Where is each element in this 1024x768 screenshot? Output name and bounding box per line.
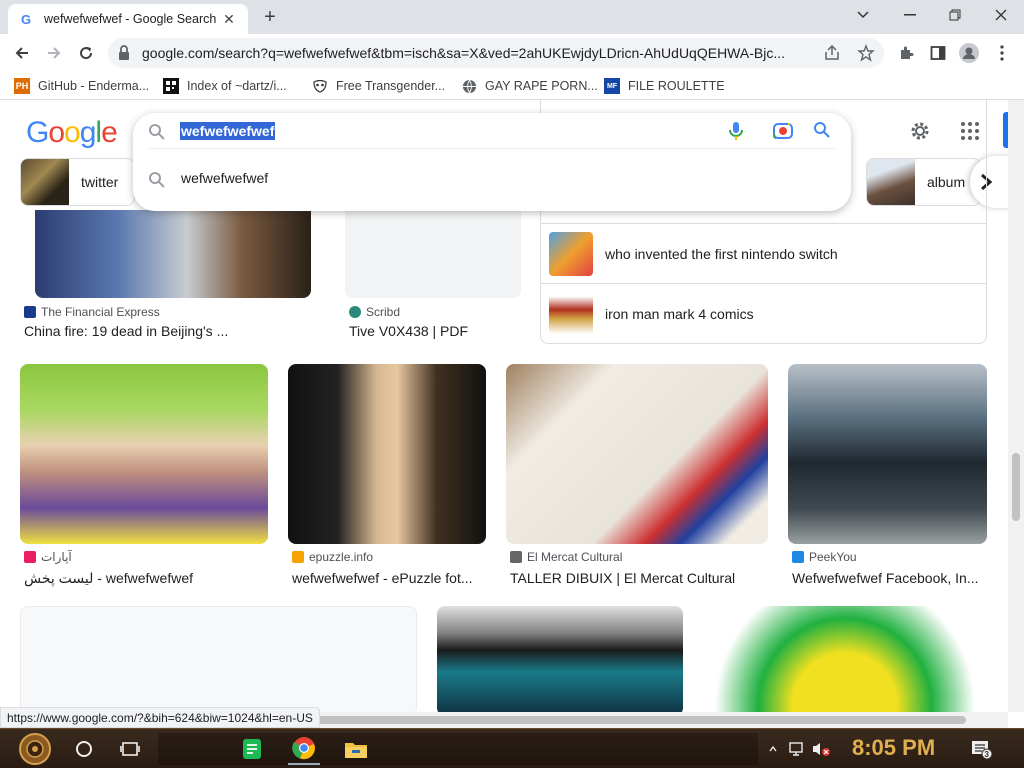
aparat-favicon-icon	[24, 551, 36, 563]
notifications-icon[interactable]: 3	[968, 733, 996, 765]
result-caption[interactable]: Tive V0X438 | PDF	[349, 323, 529, 339]
chip-thumbnail	[21, 159, 69, 205]
result-source[interactable]: The Financial Express	[24, 305, 160, 319]
start-button[interactable]	[12, 733, 58, 765]
image-result-china-fire[interactable]	[35, 210, 311, 298]
result-source[interactable]: PeekYou	[792, 550, 857, 564]
mask-icon	[312, 78, 328, 94]
reload-button[interactable]	[72, 39, 100, 67]
new-tab-button[interactable]: +	[259, 6, 281, 28]
scribd-favicon-icon	[349, 306, 361, 318]
bookmark-free-transgender[interactable]: Free Transgender...	[312, 77, 445, 95]
result-source[interactable]: آپارات	[24, 550, 72, 564]
peekyou-favicon-icon	[792, 551, 804, 563]
result-caption[interactable]: TALLER DIBUIX | El Mercat Cultural	[510, 570, 768, 586]
volume-muted-icon[interactable]	[810, 733, 832, 765]
related-thumbnail	[549, 231, 593, 276]
notification-count-badge: 3	[985, 750, 990, 759]
result-caption[interactable]: Wefwefwefwef Facebook, In...	[792, 570, 987, 586]
image-result-mercat-cultural[interactable]	[506, 364, 768, 544]
svg-text:G: G	[21, 12, 31, 27]
taskbar-clock[interactable]: 8:05 PM	[852, 735, 935, 761]
steampunk-start-icon	[19, 733, 51, 765]
profile-avatar[interactable]	[958, 42, 980, 64]
close-window-button[interactable]	[981, 4, 1021, 26]
bookmark-star-icon[interactable]	[857, 44, 875, 62]
image-result-aparat[interactable]	[20, 364, 268, 544]
related-search-item[interactable]: iron man mark 4 comics	[541, 283, 986, 343]
taskbar: 8:05 PM 3	[0, 728, 1024, 768]
search-icon	[149, 124, 165, 140]
browser-tab[interactable]: G wefwefwefwef - Google Search ✕	[8, 4, 248, 34]
browser-toolbar: google.com/search?q=wefwefwefwef&tbm=isc…	[0, 34, 1024, 72]
result-source[interactable]: epuzzle.info	[292, 550, 373, 564]
lock-icon[interactable]	[118, 45, 130, 61]
bookmark-github[interactable]: PH GitHub - Enderma...	[14, 77, 149, 95]
notes-app-icon[interactable]	[236, 733, 268, 765]
related-thumbnail	[549, 291, 593, 336]
network-icon[interactable]	[786, 733, 808, 765]
bookmark-index[interactable]: Index of ~dartz/i...	[163, 77, 287, 95]
tab-close-icon[interactable]: ✕	[220, 11, 238, 28]
task-view-icon[interactable]	[116, 733, 144, 765]
vertical-scrollbar[interactable]	[1008, 100, 1024, 712]
mercat-favicon-icon	[510, 551, 522, 563]
browser-menu-icon[interactable]	[991, 42, 1013, 64]
search-suggestion[interactable]: wefwefwefwef	[181, 170, 268, 186]
result-caption[interactable]: لیست پخش - wefwefwefwef	[24, 570, 269, 587]
bookmark-file-roulette[interactable]: MF FILE ROULETTE	[604, 77, 725, 95]
tab-strip: G wefwefwefwef - Google Search ✕ +	[0, 0, 1024, 34]
tab-search-icon[interactable]	[843, 4, 883, 26]
result-caption[interactable]: China fire: 19 dead in Beijing's ...	[24, 323, 314, 339]
forward-button[interactable]	[40, 39, 68, 67]
image-result-epuzzle[interactable]	[288, 364, 486, 544]
result-source[interactable]: Scribd	[349, 305, 400, 319]
suggestion-search-icon	[149, 172, 165, 188]
result-caption[interactable]: wefwefwefwef - ePuzzle fot...	[292, 570, 484, 586]
globe-icon	[461, 78, 477, 94]
scrollbar-thumb[interactable]	[1012, 453, 1020, 521]
search-input[interactable]: wefwefwefwef	[180, 122, 276, 140]
epuzzle-favicon-icon	[292, 551, 304, 563]
extensions-icon[interactable]	[895, 42, 917, 64]
mf-icon: MF	[604, 78, 620, 94]
image-result-screenshot[interactable]	[20, 606, 417, 712]
share-icon[interactable]	[823, 44, 841, 62]
image-result-peekyou[interactable]	[788, 364, 987, 544]
bookmarks-bar: PH GitHub - Enderma... Index of ~dartz/i…	[0, 72, 1024, 100]
search-circle-icon[interactable]	[70, 733, 98, 765]
search-submit-icon[interactable]	[813, 121, 831, 139]
chip-twitter[interactable]: twitter	[20, 158, 135, 206]
status-bar-url: https://www.google.com/?&bih=624&biw=102…	[0, 707, 320, 728]
show-hidden-icons-icon[interactable]	[766, 733, 780, 765]
ph-icon: PH	[14, 78, 30, 94]
google-logo[interactable]: Google	[26, 116, 118, 150]
image-result-pixel-art[interactable]	[437, 606, 683, 712]
back-button[interactable]	[8, 39, 36, 67]
related-search-item[interactable]: who invented the first nintendo switch	[541, 223, 986, 283]
image-result-sale-banner[interactable]	[703, 606, 987, 712]
chrome-taskbar-icon[interactable]	[288, 733, 320, 765]
qr-icon	[163, 78, 179, 94]
search-box-dropdown[interactable]: wefwefwefwef wefwefwefwef	[133, 113, 851, 211]
image-result-scribd[interactable]	[345, 210, 521, 298]
voice-search-icon[interactable]	[727, 120, 745, 142]
google-lens-icon[interactable]	[772, 120, 794, 142]
divider	[149, 148, 835, 149]
side-panel-icon[interactable]	[927, 42, 949, 64]
bookmark-globe-site[interactable]: GAY RAPE PORN...	[461, 77, 598, 95]
minimize-button[interactable]	[890, 4, 930, 26]
fe-favicon-icon	[24, 306, 36, 318]
url-text[interactable]: google.com/search?q=wefwefwefwef&tbm=isc…	[142, 45, 812, 61]
tab-title: wefwefwefwef - Google Search	[44, 12, 217, 26]
file-explorer-icon[interactable]	[340, 733, 372, 765]
address-bar[interactable]: google.com/search?q=wefwefwefwef&tbm=isc…	[108, 38, 884, 68]
google-images-page: Google twitter album wefwefwefwef wefwef…	[0, 100, 1008, 712]
google-favicon-icon: G	[19, 12, 33, 27]
restore-button[interactable]	[935, 4, 975, 26]
result-source[interactable]: El Mercat Cultural	[510, 550, 622, 564]
